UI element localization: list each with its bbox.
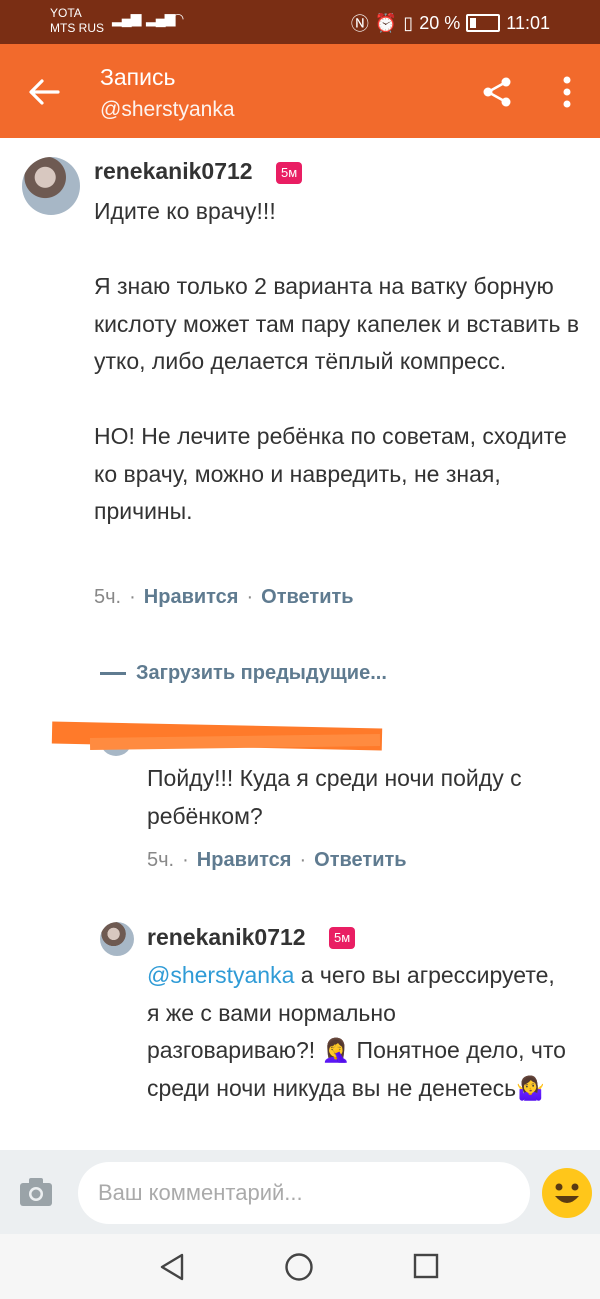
reply-status-badge: 5м <box>329 927 356 949</box>
battery-text: 20 % <box>419 12 461 33</box>
reply-text-2: @sherstyanka а чего вы агрессируете, я ж… <box>147 957 567 1107</box>
share-icon[interactable] <box>478 72 518 112</box>
camera-icon[interactable] <box>18 1176 54 1208</box>
alarm-icon: ⏰ <box>374 12 398 33</box>
reply-time: 5ч. <box>147 849 175 871</box>
more-vert-icon[interactable] <box>552 72 582 112</box>
load-previous-label: Загрузить предыдущие... <box>136 662 387 684</box>
signal-icon: ▂▄▆ <box>112 10 141 26</box>
like-button[interactable]: Нравится <box>144 586 239 608</box>
reply-meta: 5ч. · Нравится · Ответить <box>147 849 407 871</box>
reply-text: Пойду!!! Куда я среди ночи пойду с ребён… <box>147 765 528 829</box>
dash-icon <box>100 672 126 676</box>
clock: 11:01 <box>506 12 550 33</box>
reply-avatar-2[interactable] <box>100 922 134 956</box>
status-bar: YOTA MTS RUS ▂▄▆ ▂▄▆ ◠ Ⓝ ⏰ ▯ 20 % 11:01 <box>0 0 600 44</box>
comment-meta: 5ч. · Нравится · Ответить <box>94 586 354 608</box>
comment-text: Идите ко врачу!!! Я знаю только 2 вариан… <box>94 198 580 524</box>
battery-icon <box>466 14 501 32</box>
vibrate-icon: ▯ <box>403 12 414 33</box>
carrier-info: YOTA MTS RUS <box>50 6 104 35</box>
avatar[interactable] <box>22 157 80 215</box>
mention-link[interactable]: @sherstyanka <box>147 962 294 988</box>
page-subtitle: @sherstyanka <box>100 98 235 121</box>
comment-input[interactable] <box>78 1162 530 1224</box>
comment-input-bar <box>0 1150 600 1234</box>
page-title: Запись <box>100 64 176 90</box>
nfc-icon: Ⓝ <box>350 14 369 34</box>
reply-button[interactable]: Ответить <box>261 586 353 608</box>
nav-home-icon[interactable] <box>284 1252 314 1282</box>
status-right: Ⓝ ⏰ ▯ 20 % 11:01 <box>351 10 550 36</box>
emoji-icon[interactable] <box>540 1166 594 1220</box>
reply-username[interactable]: renekanik0712 <box>147 924 306 951</box>
reply-reply-button[interactable]: Ответить <box>314 849 406 871</box>
arrow-back-icon[interactable] <box>22 70 66 114</box>
comment-username[interactable]: renekanik0712 <box>94 158 253 185</box>
load-previous-link[interactable]: Загрузить предыдущие... <box>100 662 387 685</box>
reply-like-button[interactable]: Нравится <box>197 849 292 871</box>
comment-time: 5ч. <box>94 586 122 608</box>
signal-icon-2: ▂▄▆ <box>146 10 175 26</box>
nav-back-icon[interactable] <box>158 1252 186 1282</box>
wifi-icon: ◠ <box>172 10 184 26</box>
status-badge: 5м <box>276 162 303 184</box>
system-nav-bar <box>0 1234 600 1299</box>
nav-recents-icon[interactable] <box>412 1252 440 1280</box>
app-bar: Запись @sherstyanka <box>0 44 600 138</box>
